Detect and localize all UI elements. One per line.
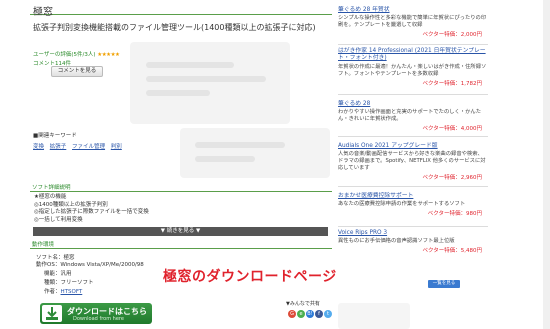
rating-box: ユーザーの評価(5件/3人) ★★★★★ コメント114件 コメントを見る xyxy=(33,50,120,80)
keyword-links: 変換 拡張子 ファイル管理 判別 xyxy=(33,142,183,150)
sidebar-ad-blurred[interactable] xyxy=(338,303,410,329)
page-title: 極窓 xyxy=(33,7,53,18)
view-all-button[interactable]: 一覧を見る xyxy=(428,280,460,288)
sidebar-product-price: ベクター特価：5,480円 xyxy=(422,248,482,254)
sidebar: 筆ぐるめ 28 年賀状 シンプルな操作性と多彩な機能で簡単に年賀状にぴったりの印… xyxy=(338,0,488,329)
sidebar-product-desc: 異性ものにお手伝価格の音声認識ソフト最上位版 xyxy=(338,238,455,244)
share-icons: G e B! f t xyxy=(288,310,332,320)
description-line: ◎1400種類以上の拡張子判別 xyxy=(34,201,108,208)
keywords-heading: ■関連キーワード xyxy=(33,133,77,139)
hatena-share-icon[interactable]: B! xyxy=(306,310,314,318)
read-more-button[interactable]: ▼ 続きを見る ▼ xyxy=(33,227,328,236)
description-line: ◎一括して利用変換 xyxy=(34,216,83,223)
sidebar-divider xyxy=(338,226,488,227)
sidebar-product-item[interactable]: 筆ぐるめ 28 年賀状 シンプルな操作性と多彩な機能で簡単に年賀状にぴったりの印… xyxy=(338,4,488,38)
keyword-link[interactable]: ファイル管理 xyxy=(72,144,105,150)
sidebar-divider xyxy=(338,44,488,45)
sidebar-product-title[interactable]: Audials One 2021 アップグレード版 xyxy=(338,140,488,149)
ad-banner-blurred-2[interactable] xyxy=(180,128,330,178)
author-link[interactable]: HTSOFT xyxy=(61,289,83,295)
ad-banner-blurred[interactable] xyxy=(130,42,290,124)
share-heading: ▼みんなで共有 xyxy=(286,301,320,307)
sidebar-product-title[interactable]: 筆ぐるめ 28 年賀状 xyxy=(338,4,488,13)
spec-license: 種類：フリーソフト xyxy=(44,280,94,286)
sidebar-product-desc: わかりやすい操作画面と充実のサポートでたのしく・かんたん・きれいに年賀状作成。 xyxy=(338,109,482,122)
rating-line: ユーザーの評価(5件/3人) ★★★★★ xyxy=(33,50,120,58)
sidebar-product-item[interactable]: Voice Rips PRO 3 異性ものにお手伝価格の音声認識ソフト最上位版 … xyxy=(338,230,488,254)
download-sublabel: Download from here xyxy=(73,316,124,322)
page-subtitle: 拡張子判別変換機能搭載のファイル管理ツール(1400種類以上の拡張子に対応) xyxy=(33,23,316,32)
sidebar-divider xyxy=(338,136,488,137)
rating-label: ユーザーの評価(5件/3人) xyxy=(33,52,96,58)
sidebar-product-price: ベクター特価：2,000円 xyxy=(422,32,482,38)
sidebar-divider xyxy=(338,186,488,187)
sidebar-product-desc: 年賀状の作成に最適！かんたん・楽しいはがき作成・住所録ソフト。フォントやテンプレ… xyxy=(338,64,487,77)
evernote-share-icon[interactable]: e xyxy=(297,310,305,318)
spec-author: 作者：HTSOFT xyxy=(44,288,144,297)
google-share-icon[interactable]: G xyxy=(288,310,296,318)
description-line: ★極窓の機能 xyxy=(34,194,67,200)
environment-heading: 動作環境 xyxy=(32,242,55,248)
sidebar-product-title[interactable]: おまかせ医療費控除サポート xyxy=(338,190,488,199)
spec-os: 動作OS：Windows Vista/XP/Me/2000/98 xyxy=(36,262,144,268)
keyword-link[interactable]: 変換 xyxy=(33,144,44,150)
sidebar-product-price: ベクター特価：2,960円 xyxy=(422,175,482,181)
sidebar-product-desc: シンプルな操作性と多彩な機能で簡単に年賀状にぴったりの印刷を。テンプレートを厳選… xyxy=(338,15,487,28)
description-section-header: ソフト詳細説明 xyxy=(30,183,332,192)
sidebar-product-price: ベクター特価：1,782円 xyxy=(422,81,482,87)
download-button[interactable]: ダウンロードはこちら Download from here xyxy=(40,303,152,324)
vertical-scrollbar[interactable] xyxy=(543,0,550,329)
environment-section-header: 動作環境 xyxy=(30,240,332,249)
sidebar-product-title[interactable]: 筆ぐるめ 28 xyxy=(338,98,488,107)
view-comments-button[interactable]: コメントを見る xyxy=(51,66,103,77)
right-gutter xyxy=(490,0,550,329)
description-text: ★極窓の機能 ◎1400種類以上の拡張子判別 ◎指定した拡張子に際数ファイルを一… xyxy=(34,194,149,224)
sidebar-product-item[interactable]: Audials One 2021 アップグレード版 人気の音楽/動画配信サービス… xyxy=(338,140,488,181)
spec-list: ソフト名：極窓 動作OS：Windows Vista/XP/Me/2000/98… xyxy=(36,254,144,297)
download-icon xyxy=(42,305,62,322)
description-line: ◎指定した拡張子に際数ファイルを一括で変換 xyxy=(34,209,149,215)
rating-stars-icon: ★★★★★ xyxy=(97,52,120,58)
sidebar-product-desc: あなたの医療費控除申請の作業をサポートするソフト xyxy=(338,201,466,207)
spec-author-label: 作者： xyxy=(44,289,61,295)
sidebar-product-item[interactable]: おまかせ医療費控除サポート あなたの医療費控除申請の作業をサポートするソフト ベ… xyxy=(338,190,488,217)
sidebar-product-title[interactable]: はがき作家 14 Professional (2021 日年賀状テンプレート・フ… xyxy=(338,48,488,62)
sidebar-product-item[interactable]: 筆ぐるめ 28 わかりやすい操作画面と充実のサポートでたのしく・かんたん・きれい… xyxy=(338,98,488,132)
sidebar-product-item[interactable]: はがき作家 14 Professional (2021 日年賀状テンプレート・フ… xyxy=(338,48,488,87)
sidebar-divider xyxy=(338,94,488,95)
sidebar-product-desc: 人気の音楽/動画配信サービスから好きな楽曲の録音や検索、ドラマの録画まで。Spo… xyxy=(338,151,486,171)
sidebar-product-price: ベクター特価：980円 xyxy=(427,211,482,217)
related-keywords: ■関連キーワード 変換 拡張子 ファイル管理 判別 xyxy=(33,131,183,150)
description-heading: ソフト詳細説明 xyxy=(32,185,71,191)
sidebar-product-title[interactable]: Voice Rips PRO 3 xyxy=(338,230,488,236)
twitter-share-icon[interactable]: t xyxy=(324,310,332,318)
page-title-bar: 極窓 xyxy=(30,2,332,18)
screenshot-caption: 極窓のダウンロードページ xyxy=(163,269,337,285)
sidebar-product-price: ベクター特価：4,000円 xyxy=(422,126,482,132)
keyword-link[interactable]: 拡張子 xyxy=(50,144,67,150)
spec-category: 機能：汎用 xyxy=(44,271,72,277)
facebook-share-icon[interactable]: f xyxy=(315,310,323,318)
keyword-link[interactable]: 判別 xyxy=(111,144,122,150)
